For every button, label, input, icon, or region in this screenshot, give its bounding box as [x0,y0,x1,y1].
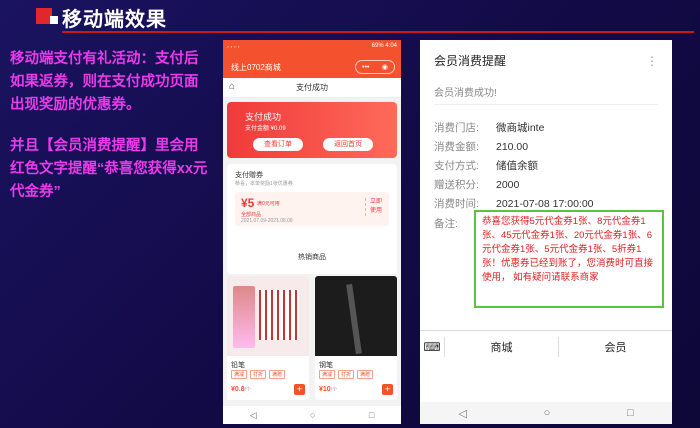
coupon-card[interactable]: ¥5 满0元可用 全部商品 2021.07.09-2021.08.08 立即使用 [235,192,389,226]
phone1-nav-bar: ⌂ 支付成功 [223,78,401,98]
info-row: 赠送积分: 2000 [434,177,519,192]
tab-mall[interactable]: 商城 [445,339,558,355]
info-row: 消费时间: 2021-07-08 17:00:00 [434,196,594,211]
pen-image [346,283,362,355]
back-icon[interactable]: ◁ [250,410,257,421]
home-circle-icon[interactable]: ○ [544,407,551,419]
nav-title: 支付成功 [296,83,328,92]
view-order-button[interactable]: 查看订单 [253,138,303,151]
tab-member[interactable]: 会员 [559,339,672,355]
product-tag: 打折 [250,370,267,379]
info-value: 2021-07-08 17:00:00 [496,198,594,210]
gift-coupon-section: 支付赠券 恭喜，本单奖励1张优惠券 ¥5 满0元可用 全部商品 2021.07.… [227,164,397,274]
back-home-button[interactable]: 返回首页 [323,138,373,151]
info-value: 储值余额 [496,160,538,172]
reminder-title: 会员消费提醒 [434,54,507,68]
member-reminder-screenshot: 会员消费提醒 ⋮ 会员消费成功! 消费门店: 微商城inte 消费金额: 210.0… [420,40,672,424]
coupon-scope: 全部商品 [241,212,262,218]
close-icon[interactable]: ◉ [382,63,388,71]
shop-name: 线上0702商城 [231,63,281,72]
product-tag: 满减 [231,370,248,379]
coupon-name: 满0元可用 [257,201,280,207]
home-circle-icon[interactable]: ○ [310,410,315,420]
pencil-image [233,286,255,348]
product-tag: 打折 [338,370,355,379]
info-label: 赠送积分: [434,179,479,191]
title-bar: 移动端效果 [0,0,700,34]
slide-title: 移动端效果 [62,9,167,31]
hot-goods-title: 热销商品 [298,254,326,261]
add-to-cart-button[interactable]: + [294,384,305,395]
success-banner: 支付成功 支付金额 ¥0.09 查看订单 返回首页 [227,102,397,158]
product-card[interactable]: 铅笔 满减 打折 满赠 ¥0.8/个 + [227,276,309,400]
system-nav-bar: ◁ ○ □ [420,402,672,424]
product-price: ¥0.8/个 [231,386,251,393]
info-row: 支付方式: 储值余额 [434,158,538,173]
more-menu-icon[interactable]: ⋮ [646,54,658,68]
info-label: 消费时间: [434,198,479,210]
product-card[interactable]: 钢笔 满减 打折 满赠 ¥10/个 + [315,276,397,400]
system-nav-bar: ◁ ○ □ [223,406,401,424]
product-image [315,276,397,356]
title-underline [62,31,694,33]
description-text: 移动端支付有礼活动：支付后如果返券，则在支付成功页面出现奖励的优惠券。 并且【会… [10,48,208,222]
product-tags: 满减 打折 满赠 [231,370,286,379]
product-tag: 满赠 [269,370,286,379]
description-paragraph-2: 并且【会员消费提醒】里会用红色文字提醒“恭喜您获得xx元代金券” [10,138,208,200]
more-icon[interactable]: ••• [362,64,369,71]
goods-list: 铅笔 满减 打折 满赠 ¥0.8/个 + 钢笔 满减 打折 满赠 ¥10/个 + [227,276,397,400]
pencil-set-image [259,290,299,340]
payment-amount: 支付金额 ¥0.09 [245,126,286,132]
title-marker-icon [36,8,58,24]
description-paragraph-1: 移动端支付有礼活动：支付后如果返券，则在支付成功页面出现奖励的优惠券。 [10,51,199,113]
keyboard-icon[interactable]: ⌨ [420,331,444,363]
info-label: 消费金额: [434,141,479,153]
back-icon[interactable]: ◁ [458,407,466,420]
status-right: 69% 4:04 [371,43,397,49]
phone1-header: ꞏ ꞏ ꞏ ꞏ 69% 4:04 线上0702商城 ••• ◉ [223,40,401,78]
price-value: ¥0.8 [231,386,245,393]
use-coupon-button[interactable]: 立即使用 [365,198,385,216]
payment-success-screenshot: ꞏ ꞏ ꞏ ꞏ 69% 4:04 线上0702商城 ••• ◉ ⌂ 支付成功 支… [223,40,401,424]
price-value: ¥10 [319,386,331,393]
info-value: 微商城inte [496,122,545,134]
price-unit: /个 [330,387,338,393]
product-image [227,276,309,356]
product-tag: 满减 [319,370,336,379]
price-unit: /个 [244,387,252,393]
add-to-cart-button[interactable]: + [382,384,393,395]
reminder-success-text: 会员消费成功! [434,88,497,99]
status-left: ꞏ ꞏ ꞏ ꞏ [227,45,240,51]
mini-program-capsule[interactable]: ••• ◉ [355,60,395,74]
product-tags: 满减 打折 满赠 [319,370,374,379]
info-label: 消费门店: [434,122,479,134]
coupon-reward-note: 恭喜您获得5元代金券1张、8元代金券1张、45元代金券1张、20元代金券1张、6… [474,210,664,308]
info-label: 支付方式: [434,160,479,172]
status-bar: ꞏ ꞏ ꞏ ꞏ 69% 4:04 [227,43,397,53]
gift-subtitle: 恭喜，本单奖励1张优惠券 [235,181,293,187]
info-row: 消费门店: 微商城inte [434,120,544,135]
info-value: 2000 [496,179,520,191]
gift-title: 支付赠券 [235,172,263,179]
bottom-menu: ⌨ 商城 会员 [420,330,672,362]
product-tag: 满赠 [357,370,374,379]
product-name: 钢笔 [319,362,333,369]
product-price: ¥10/个 [319,386,337,393]
coupon-date: 2021.07.09-2021.08.08 [241,218,293,224]
coupon-value: ¥5 [241,196,255,210]
note-label: 备注: [434,218,458,230]
product-name: 铅笔 [231,362,245,369]
success-title: 支付成功 [245,112,282,122]
info-row: 消费金额: 210.00 [434,139,528,154]
recent-apps-icon[interactable]: □ [369,410,374,420]
recent-apps-icon[interactable]: □ [627,407,634,419]
divider [434,104,658,105]
info-value: 210.00 [496,141,529,153]
